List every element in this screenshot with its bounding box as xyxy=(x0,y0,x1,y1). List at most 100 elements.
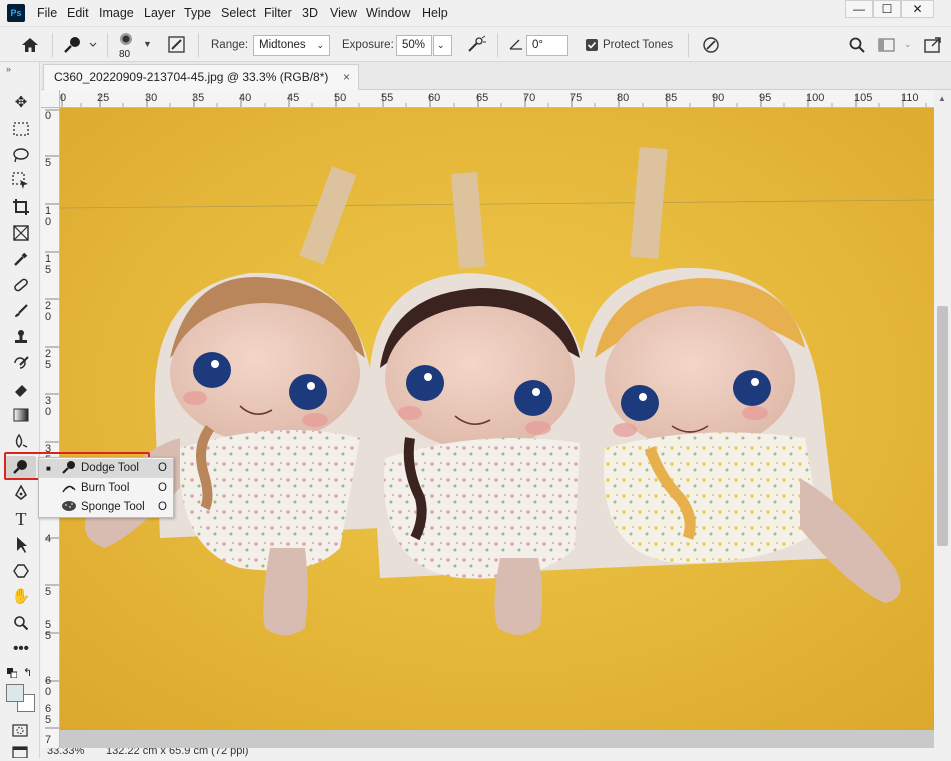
ruler-origin[interactable] xyxy=(41,90,60,108)
eyedropper-tool-icon[interactable] xyxy=(8,248,34,270)
quick-mask-icon[interactable] xyxy=(12,724,28,737)
marquee-tool-icon[interactable] xyxy=(8,118,34,140)
brush-tool-icon[interactable] xyxy=(8,300,34,322)
type-tool-icon[interactable]: T xyxy=(8,508,34,530)
scroll-up-icon[interactable]: ▲ xyxy=(938,94,946,103)
shape-tool-icon[interactable] xyxy=(8,560,34,582)
menu-image[interactable]: Image xyxy=(99,6,134,20)
ruler-label: 5 xyxy=(45,586,52,598)
airbrush-icon[interactable] xyxy=(465,35,487,55)
range-select[interactable]: Midtones ⌄ xyxy=(253,35,330,56)
ruler-label: 25 xyxy=(97,92,110,104)
menu-select[interactable]: Select xyxy=(221,6,256,20)
close-icon[interactable]: × xyxy=(343,65,350,89)
ruler-label: 95 xyxy=(759,92,772,104)
flyout-item-sponge[interactable]: Sponge Tool O xyxy=(39,498,173,517)
ruler-label: 35 xyxy=(192,92,205,104)
home-icon[interactable] xyxy=(18,34,42,56)
search-icon[interactable] xyxy=(848,36,866,54)
doll-photo[interactable] xyxy=(60,108,934,730)
menu-window[interactable]: Window xyxy=(366,6,410,20)
zoom-level[interactable]: 33.33% xyxy=(47,748,84,757)
maximize-button[interactable]: ☐ xyxy=(873,0,901,18)
zoom-tool-icon[interactable] xyxy=(8,612,34,634)
document-size: 132.22 cm x 65.9 cm (72 ppi) xyxy=(106,748,249,757)
workspace-icon[interactable] xyxy=(878,38,896,52)
protect-tones-label: Protect Tones xyxy=(603,39,674,51)
ruler-label: 0 xyxy=(60,92,67,104)
brush-settings-icon[interactable] xyxy=(166,35,188,55)
swap-colors-icon[interactable]: ↰ xyxy=(23,666,32,679)
menu-3d[interactable]: 3D xyxy=(302,6,318,20)
menu-help[interactable]: Help xyxy=(422,6,448,20)
share-icon[interactable] xyxy=(924,36,942,54)
angle-input[interactable]: 0° xyxy=(526,35,568,56)
ruler-label: 80 xyxy=(617,92,630,104)
chevron-down-icon[interactable]: ▼ xyxy=(143,39,152,49)
exposure-label: Exposure: xyxy=(342,39,394,51)
pressure-size-icon[interactable] xyxy=(701,35,721,55)
menu-type[interactable]: Type xyxy=(184,6,211,20)
protect-tones-checkbox[interactable] xyxy=(586,39,598,51)
menu-file[interactable]: File xyxy=(37,6,57,20)
ruler-label: 3 0 xyxy=(45,395,52,418)
options-bar: 80 ▼ Range: Midtones ⌄ Exposure: 50% ⌄ 0… xyxy=(0,26,951,62)
document-tab[interactable]: C360_20220909-213704-45.jpg @ 33.3% (RGB… xyxy=(43,64,359,90)
ruler-label: 5 xyxy=(45,157,52,169)
flyout-item-dodge[interactable]: ■ Dodge Tool O xyxy=(39,459,173,478)
ruler-label: 1 5 xyxy=(45,253,52,276)
selected-bullet-icon: ■ xyxy=(46,464,51,473)
collapse-panel-icon[interactable]: » xyxy=(6,64,11,74)
move-tool-icon[interactable]: ✥ xyxy=(8,92,34,114)
ruler-label: 110 xyxy=(901,92,919,104)
default-colors-icon[interactable] xyxy=(7,667,18,679)
healing-brush-tool-icon[interactable] xyxy=(8,274,34,296)
flyout-item-burn[interactable]: Burn Tool O xyxy=(39,479,173,498)
ruler-label: 70 xyxy=(523,92,536,104)
ruler-label: 40 xyxy=(239,92,252,104)
pen-tool-icon[interactable] xyxy=(8,482,34,504)
gradient-tool-icon[interactable] xyxy=(8,404,34,426)
hand-tool-icon[interactable]: ✋ xyxy=(8,586,34,608)
history-brush-tool-icon[interactable] xyxy=(8,352,34,374)
scrollbar-thumb[interactable] xyxy=(937,306,948,546)
eraser-tool-icon[interactable] xyxy=(8,378,34,400)
crop-tool-icon[interactable] xyxy=(8,196,34,218)
close-button[interactable]: ✕ xyxy=(901,0,934,18)
document-canvas[interactable] xyxy=(60,108,934,748)
more-tools-icon[interactable]: ••• xyxy=(8,638,34,660)
ruler-label: 65 xyxy=(476,92,489,104)
menu-layer[interactable]: Layer xyxy=(144,6,175,20)
burn-icon xyxy=(61,480,77,500)
lasso-tool-icon[interactable] xyxy=(8,144,34,166)
menu-filter[interactable]: Filter xyxy=(264,6,292,20)
exposure-slider-toggle[interactable]: ⌄ xyxy=(433,35,452,56)
clone-stamp-tool-icon[interactable] xyxy=(8,326,34,348)
frame-tool-icon[interactable] xyxy=(8,222,34,244)
vertical-ruler[interactable]: 0 5 1 0 1 5 2 0 2 5 3 0 3 5 4 4 5 5 5 5 … xyxy=(41,108,60,748)
minimize-button[interactable]: — xyxy=(845,0,873,18)
chevron-down-icon[interactable]: ⌄ xyxy=(904,39,912,50)
ruler-label: 60 xyxy=(428,92,441,104)
screen-mode-icon[interactable] xyxy=(12,746,28,759)
ruler-label: 100 xyxy=(806,92,825,104)
ruler-label: 45 xyxy=(287,92,300,104)
ruler-label: 4 xyxy=(45,533,52,545)
path-selection-tool-icon[interactable] xyxy=(8,534,34,556)
brush-preview-icon[interactable] xyxy=(115,30,137,48)
exposure-input[interactable]: 50% xyxy=(396,35,432,56)
brush-size: 80 xyxy=(119,49,131,60)
menu-edit[interactable]: Edit xyxy=(67,6,89,20)
horizontal-ruler[interactable]: 0 25 30 35 40 45 50 55 60 65 70 75 80 85… xyxy=(60,90,934,108)
ruler-label: 90 xyxy=(712,92,725,104)
blur-tool-icon[interactable] xyxy=(8,430,34,452)
object-selection-tool-icon[interactable] xyxy=(8,170,34,192)
tool-preset-picker[interactable] xyxy=(60,33,104,57)
menu-view[interactable]: View xyxy=(330,6,357,20)
vertical-scrollbar[interactable]: ▲ xyxy=(934,90,951,748)
foreground-color-swatch[interactable] xyxy=(6,684,24,702)
menu-bar: Ps File Edit Image Layer Type Select Fil… xyxy=(0,0,951,26)
document-title: C360_20220909-213704-45.jpg @ 33.3% (RGB… xyxy=(54,70,329,84)
ruler-label: 6 0 xyxy=(45,675,52,698)
ruler-label: 105 xyxy=(854,92,873,104)
